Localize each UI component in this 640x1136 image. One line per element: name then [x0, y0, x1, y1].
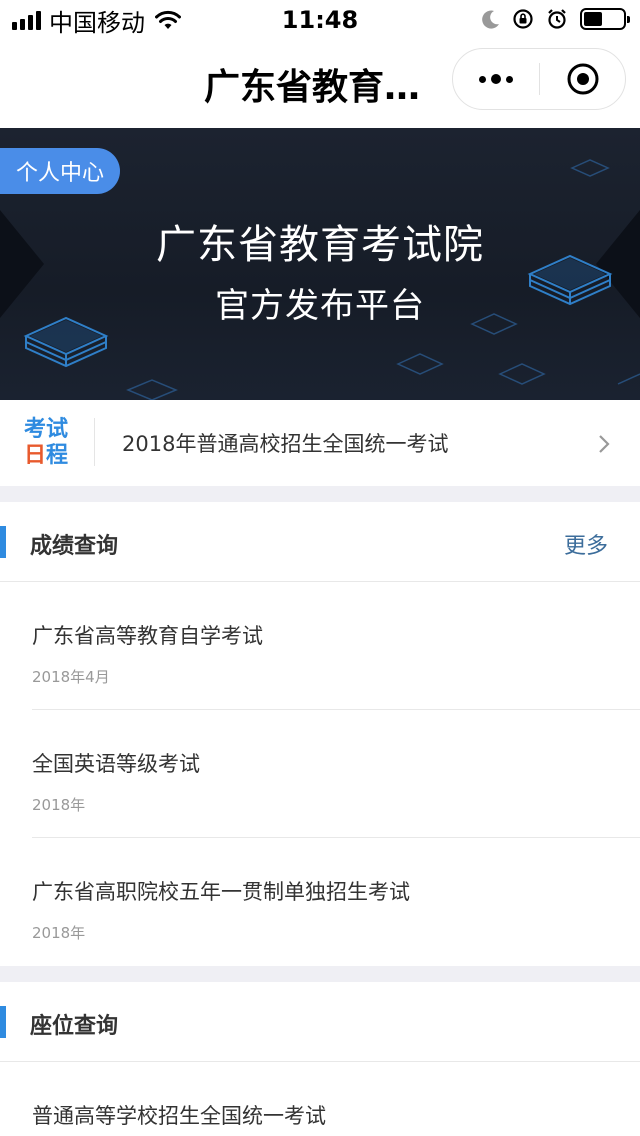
logo-line-1: 考试 [24, 417, 69, 442]
list-item[interactable]: 广东省高职院校五年一贯制单独招生考试 2018年 [0, 838, 640, 966]
section-accent-bar [0, 1006, 6, 1038]
battery-icon [580, 8, 630, 30]
personal-center-button[interactable]: 个人中心 [0, 148, 120, 194]
more-options-button[interactable] [453, 49, 539, 109]
schedule-divider [94, 418, 95, 466]
alarm-icon [548, 9, 566, 29]
exam-name: 普通高等学校招生全国统一考试 [32, 1104, 326, 1128]
exam-date: 2018年4月 [32, 668, 110, 686]
schedule-text: 2018年普通高校招生全国统一考试 [122, 432, 449, 456]
section-title: 座位查询 [30, 1014, 119, 1039]
banner-title: 广东省教育考试院 [156, 222, 484, 268]
close-mini-program-button[interactable] [540, 49, 626, 109]
chevron-right-icon [599, 435, 610, 453]
rotation-lock-icon [513, 9, 533, 29]
status-bar: 中国移动 11:48 [0, 0, 640, 40]
banner-subtitle: 官方发布平台 [215, 286, 425, 326]
exam-schedule-row[interactable]: 考试 日程 2018年普通高校招生全国统一考试 [0, 400, 640, 486]
section-title: 成绩查询 [30, 534, 119, 559]
list-item[interactable]: 全国英语等级考试 2018年 [0, 710, 640, 838]
exam-date: 2018年 [32, 796, 86, 814]
more-link[interactable]: 更多 [564, 528, 608, 560]
moon-icon [482, 10, 499, 29]
mini-program-capsule [452, 48, 626, 110]
logo-line-2: 日程 [24, 444, 68, 468]
page-title: 广东省教育… [204, 67, 421, 108]
section-accent-bar [0, 526, 6, 558]
status-right [482, 8, 630, 30]
score-query-list: 广东省高等教育自学考试 2018年4月 全国英语等级考试 2018年 广东省高职… [0, 582, 640, 966]
exam-schedule-logo: 考试 日程 [24, 416, 78, 470]
seat-query-list: 普通高等学校招生全国统一考试 [0, 1062, 640, 1136]
list-item[interactable]: 广东省高等教育自学考试 2018年4月 [0, 582, 640, 710]
list-item[interactable]: 普通高等学校招生全国统一考试 [0, 1062, 640, 1136]
exam-name: 广东省高职院校五年一贯制单独招生考试 [32, 880, 410, 904]
target-icon [567, 63, 599, 95]
logo-char-1: 日 [24, 443, 47, 468]
nav-bar: 广东省教育… [0, 40, 640, 128]
exam-name: 广东省高等教育自学考试 [32, 624, 263, 648]
banner[interactable]: 个人中心 广东省教育考试院 官方发布平台 [0, 128, 640, 400]
exam-date: 2018年 [32, 924, 86, 942]
logo-char-2: 程 [46, 443, 69, 468]
seat-query-header: 座位查询 [0, 982, 640, 1062]
exam-name: 全国英语等级考试 [32, 752, 200, 776]
score-query-header: 成绩查询 更多 [0, 502, 640, 582]
